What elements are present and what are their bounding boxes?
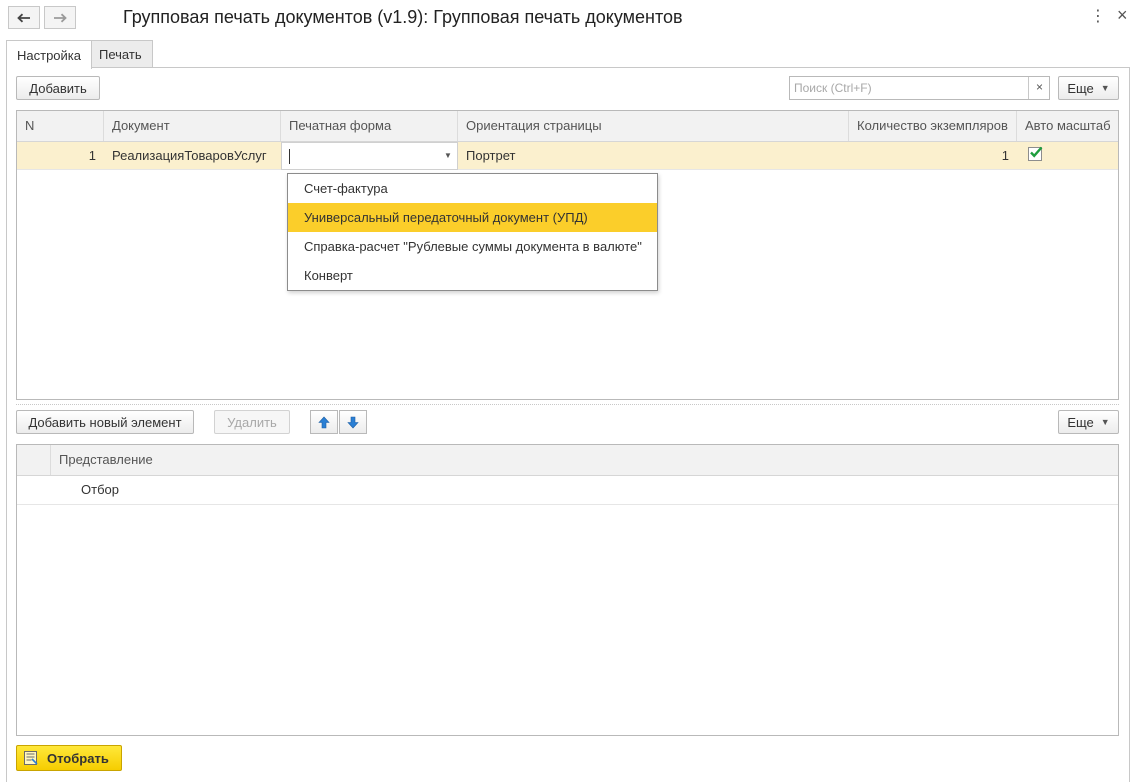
add-button[interactable]: Добавить — [16, 76, 100, 100]
filter-row-label[interactable]: Отбор — [73, 476, 127, 503]
forward-button[interactable] — [44, 6, 76, 29]
move-down-button[interactable] — [339, 410, 367, 434]
chevron-down-icon: ▼ — [1100, 417, 1110, 427]
text-cursor — [289, 149, 290, 164]
splitter[interactable] — [16, 404, 1119, 405]
column-header-print-form[interactable]: Печатная форма — [281, 111, 458, 141]
dropdown-arrow-icon[interactable]: ▼ — [439, 143, 457, 169]
tab-settings[interactable]: Настройка — [6, 40, 92, 69]
dropdown-option[interactable]: Конверт — [288, 261, 657, 290]
search-clear-icon[interactable]: × — [1028, 77, 1050, 99]
tab-settings-label: Настройка — [17, 47, 81, 63]
auto-scale-checkbox[interactable] — [1028, 146, 1043, 161]
table-header: N Документ Печатная форма Ориентация стр… — [17, 111, 1118, 142]
move-up-button[interactable] — [310, 410, 338, 434]
select-button[interactable]: Отобрать — [16, 745, 122, 771]
search-box[interactable]: × — [789, 76, 1050, 100]
close-icon[interactable]: × — [1117, 6, 1128, 24]
arrow-left-icon — [17, 13, 30, 22]
row-copies[interactable]: 1 — [849, 142, 1017, 169]
filter-more-button[interactable]: Еще ▼ — [1058, 410, 1119, 434]
column-header-orientation[interactable]: Ориентация страницы — [458, 111, 849, 141]
add-new-element-button[interactable]: Добавить новый элемент — [16, 410, 194, 434]
select-button-label: Отобрать — [47, 750, 109, 766]
delete-button[interactable]: Удалить — [214, 410, 290, 434]
column-header-checkbox[interactable] — [17, 445, 51, 475]
filter-table-header: Представление — [17, 445, 1118, 476]
search-input[interactable] — [790, 77, 1028, 99]
more-button[interactable]: Еще ▼ — [1058, 76, 1119, 100]
row-document[interactable]: РеализацияТоваровУслуг — [104, 142, 281, 169]
row-orientation[interactable]: Портрет — [458, 142, 849, 169]
row-number: 1 — [88, 148, 96, 163]
back-button[interactable] — [8, 6, 40, 29]
print-form-field[interactable]: ▼ — [281, 142, 458, 170]
dropdown-option[interactable]: Счет-фактура — [288, 174, 657, 203]
print-form-dropdown[interactable]: Счет-фактура Универсальный передаточный … — [287, 173, 658, 291]
table-row[interactable]: Отбор — [17, 476, 1118, 505]
column-header-document[interactable]: Документ — [104, 111, 281, 141]
arrow-right-icon — [54, 13, 67, 22]
more-button-label: Еще — [1067, 80, 1094, 96]
tab-print[interactable]: Печать — [88, 40, 153, 68]
arrow-up-icon — [318, 416, 330, 428]
delete-button-label: Удалить — [227, 414, 277, 430]
column-header-representation[interactable]: Представление — [51, 445, 1118, 475]
dropdown-option-selected[interactable]: Универсальный передаточный документ (УПД… — [288, 203, 657, 232]
tab-print-label: Печать — [99, 47, 142, 62]
filter-more-label: Еще — [1067, 414, 1094, 430]
chevron-down-icon: ▼ — [1100, 83, 1110, 93]
more-menu-icon[interactable]: ⋮ — [1090, 8, 1106, 26]
add-new-element-label: Добавить новый элемент — [28, 414, 182, 430]
checkmark-icon — [1030, 146, 1043, 158]
column-header-copies[interactable]: Количество экземпляров — [849, 111, 1017, 141]
column-header-n[interactable]: N — [17, 111, 104, 141]
arrow-down-icon — [347, 416, 359, 428]
column-header-auto-scale[interactable]: Авто масштаб — [1017, 111, 1118, 141]
add-button-label: Добавить — [29, 80, 87, 96]
table-row[interactable]: 1 РеализацияТоваровУслуг ▼ Портрет 1 — [17, 142, 1118, 170]
window-title: Групповая печать документов (v1.9): Груп… — [123, 7, 683, 27]
dropdown-option[interactable]: Справка-расчет "Рублевые суммы документа… — [288, 232, 657, 261]
filter-table[interactable]: Представление Отбор — [16, 444, 1119, 736]
filter-select-icon — [24, 751, 38, 765]
